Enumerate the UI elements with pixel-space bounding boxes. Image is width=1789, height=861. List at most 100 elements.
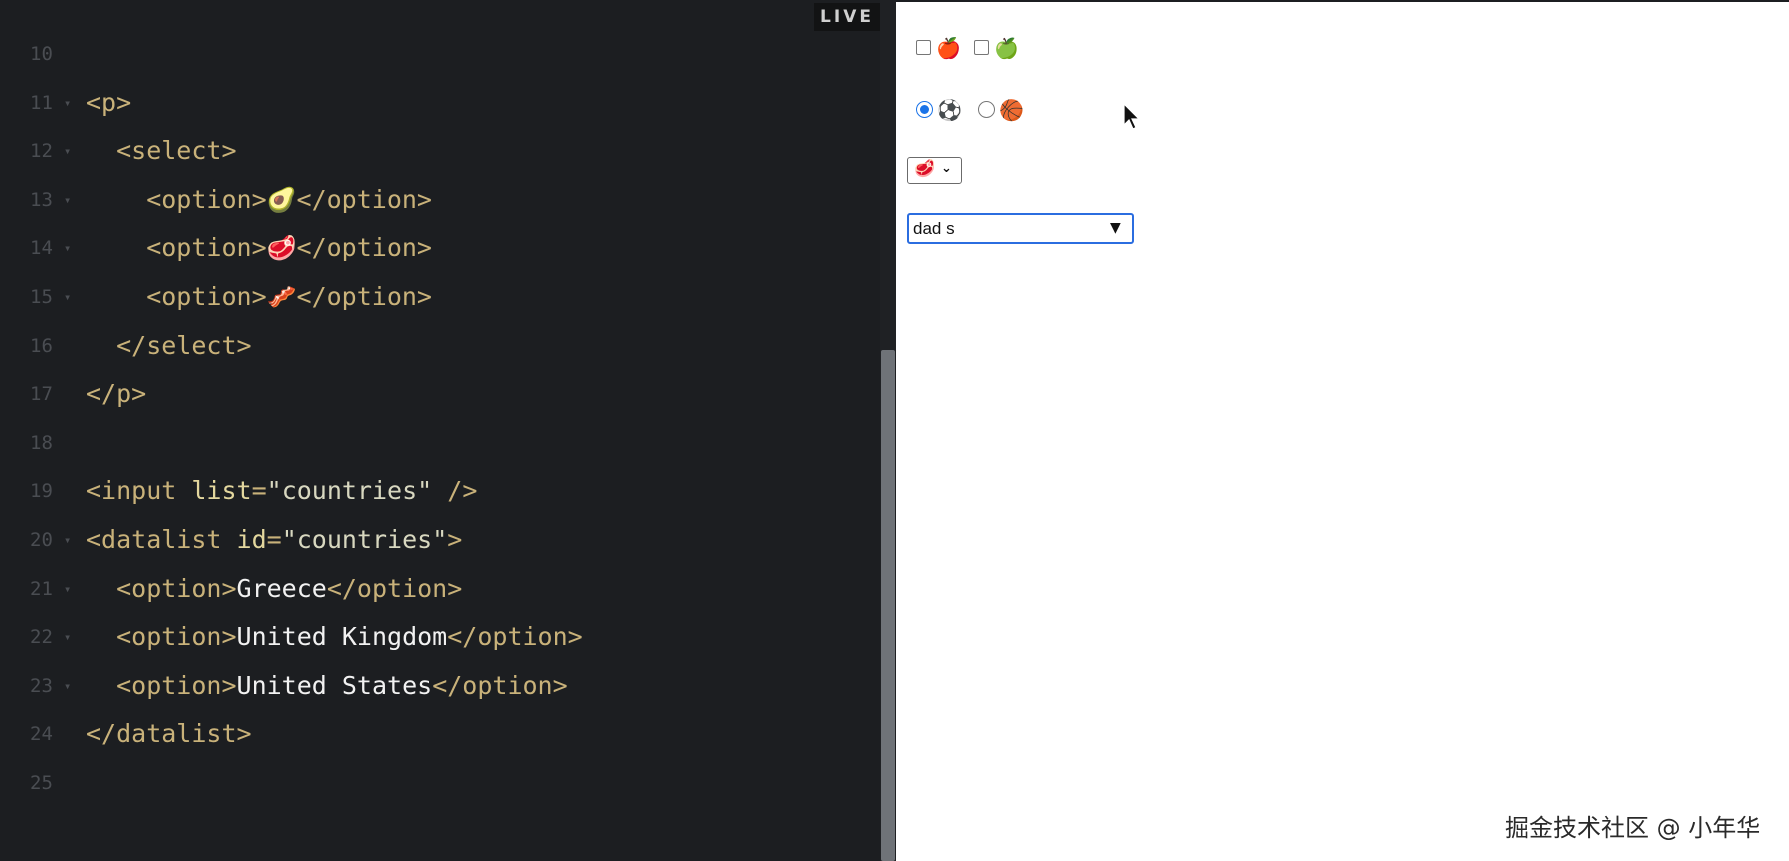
code-line[interactable]: 12 ▾ <select> — [0, 131, 860, 171]
code-line[interactable]: 16 </select> — [0, 326, 860, 366]
emoji-token: 🥓 — [266, 283, 297, 311]
radio-basketball[interactable] — [978, 101, 995, 118]
dropdown-arrow-icon[interactable]: ▼ — [1110, 220, 1121, 236]
code-text: <input list="countries" /> — [86, 471, 477, 511]
code-text: <option>United Kingdom</option> — [86, 617, 583, 657]
code-token: <option> — [86, 670, 237, 700]
code-token: id — [236, 525, 267, 554]
code-token: = — [266, 525, 282, 554]
code-line[interactable]: 18 — [0, 423, 860, 463]
line-number: 11 — [30, 91, 53, 114]
food-select[interactable]: 🥩 ⌄ — [907, 157, 962, 184]
live-preview-pane: 🍎 🍏 ⚽ 🏀 🥩 ⌄ dad s ▼ — [896, 2, 1789, 861]
code-text: <option>🥩</option> — [86, 228, 432, 268]
live-badge: LIVE — [814, 3, 880, 31]
code-token: list — [191, 476, 252, 506]
code-line[interactable]: 11 ▾ <p> — [0, 83, 860, 123]
emoji-token: 🥩 — [266, 234, 297, 263]
code-text: <option>🥓</option> — [86, 277, 432, 317]
code-text: </p> — [86, 374, 146, 414]
code-line[interactable]: 20 ▾ <datalist id="countries"> — [0, 520, 860, 560]
line-number: 25 — [30, 772, 53, 794]
code-token: </option> — [296, 282, 432, 311]
code-line[interactable]: 21 ▾ <option>Greece</option> — [0, 569, 860, 609]
emoji-token: 🥑 — [266, 185, 297, 214]
code-token: </select> — [86, 330, 252, 360]
line-number: 14 — [30, 237, 53, 260]
line-number: 17 — [30, 383, 53, 406]
fold-arrow-icon[interactable]: ▾ — [64, 617, 71, 657]
country-input-value: dad s — [913, 219, 955, 238]
code-line[interactable]: 17 </p> — [0, 374, 860, 414]
fold-arrow-icon[interactable]: ▾ — [64, 131, 71, 171]
code-token: </datalist> — [86, 719, 252, 749]
code-line[interactable]: 22 ▾ <option>United Kingdom</option> — [0, 617, 860, 657]
code-token: <input — [86, 476, 192, 506]
code-text: <option>🥑</option> — [86, 180, 432, 220]
chevron-down-icon: ⌄ — [941, 161, 952, 176]
code-token: <option> — [86, 573, 237, 603]
food-select-value: 🥩 — [914, 159, 936, 179]
mouse-cursor-icon — [1123, 103, 1141, 130]
editor-scrollbar-thumb[interactable] — [881, 350, 895, 861]
code-text: <datalist id="countries"> — [86, 520, 462, 560]
code-line[interactable]: 15 ▾ <option>🥓</option> — [0, 277, 860, 317]
red-apple-emoji: 🍎 — [936, 36, 961, 60]
code-line[interactable]: 13 ▾ <option>🥑</option> — [0, 180, 860, 220]
line-number: 12 — [30, 140, 53, 163]
checkbox-apple-red[interactable] — [916, 40, 931, 55]
code-token: > — [447, 525, 463, 554]
code-token: Greece — [236, 573, 327, 603]
fold-arrow-icon[interactable]: ▾ — [64, 83, 71, 123]
code-token: "countries" — [281, 525, 448, 554]
code-token: United Kingdom — [236, 622, 448, 652]
code-token: <option> — [86, 622, 237, 652]
line-number: 15 — [30, 286, 53, 308]
code-token: <datalist — [86, 525, 237, 554]
checkbox-apple-green[interactable] — [974, 40, 989, 55]
code-token: "countries" — [266, 476, 433, 506]
country-datalist-input[interactable]: dad s ▼ — [907, 213, 1134, 244]
code-token: </option> — [326, 573, 463, 603]
code-token: = — [251, 476, 267, 506]
code-line[interactable]: 10 — [0, 34, 860, 74]
code-line[interactable]: 23 ▾ <option>United States</option> — [0, 666, 860, 706]
code-token: </option> — [296, 184, 432, 214]
line-number: 10 — [30, 43, 53, 65]
code-token: </option> — [296, 233, 432, 263]
fold-arrow-icon[interactable]: ▾ — [64, 180, 71, 220]
fold-arrow-icon[interactable]: ▾ — [64, 666, 71, 706]
code-line[interactable]: 25 — [0, 763, 860, 803]
fold-arrow-icon[interactable]: ▾ — [64, 520, 71, 560]
code-line[interactable]: 24 </datalist> — [0, 714, 860, 754]
code-line[interactable]: 19 <input list="countries" /> — [0, 471, 860, 511]
code-token: United States — [236, 670, 433, 700]
line-number: 23 — [30, 674, 53, 697]
code-text: </select> — [86, 326, 252, 366]
code-token: </option> — [447, 622, 583, 652]
line-number: 13 — [30, 188, 53, 211]
line-number: 20 — [30, 529, 53, 551]
code-text: <option>Greece</option> — [86, 569, 462, 609]
code-token: <select> — [86, 136, 237, 166]
watermark-text: 掘金技术社区 @ 小年华 — [1505, 814, 1761, 842]
line-number: 21 — [30, 577, 53, 600]
code-text: <p> — [86, 83, 131, 123]
code-editor[interactable]: 10 11 ▾ <p> 12 ▾ <select> 13 ▾ <option>🥑</optio… — [0, 0, 880, 861]
code-text: </datalist> — [86, 714, 252, 754]
code-line[interactable]: 14 ▾ <option>🥩</option> — [0, 228, 860, 268]
code-token: <p> — [86, 87, 132, 117]
fold-arrow-icon[interactable]: ▾ — [64, 277, 71, 317]
code-text: <option>United States</option> — [86, 666, 568, 706]
code-token: <option> — [86, 184, 267, 214]
basketball-emoji: 🏀 — [999, 98, 1024, 122]
line-number: 16 — [30, 334, 53, 357]
code-token: </option> — [432, 670, 568, 700]
radio-soccer[interactable] — [916, 101, 933, 118]
fold-arrow-icon[interactable]: ▾ — [64, 228, 71, 268]
fold-arrow-icon[interactable]: ▾ — [64, 569, 71, 609]
green-apple-emoji: 🍏 — [994, 36, 1019, 60]
code-token: </p> — [86, 379, 147, 409]
line-number: 22 — [30, 626, 53, 649]
line-number: 24 — [30, 723, 53, 746]
